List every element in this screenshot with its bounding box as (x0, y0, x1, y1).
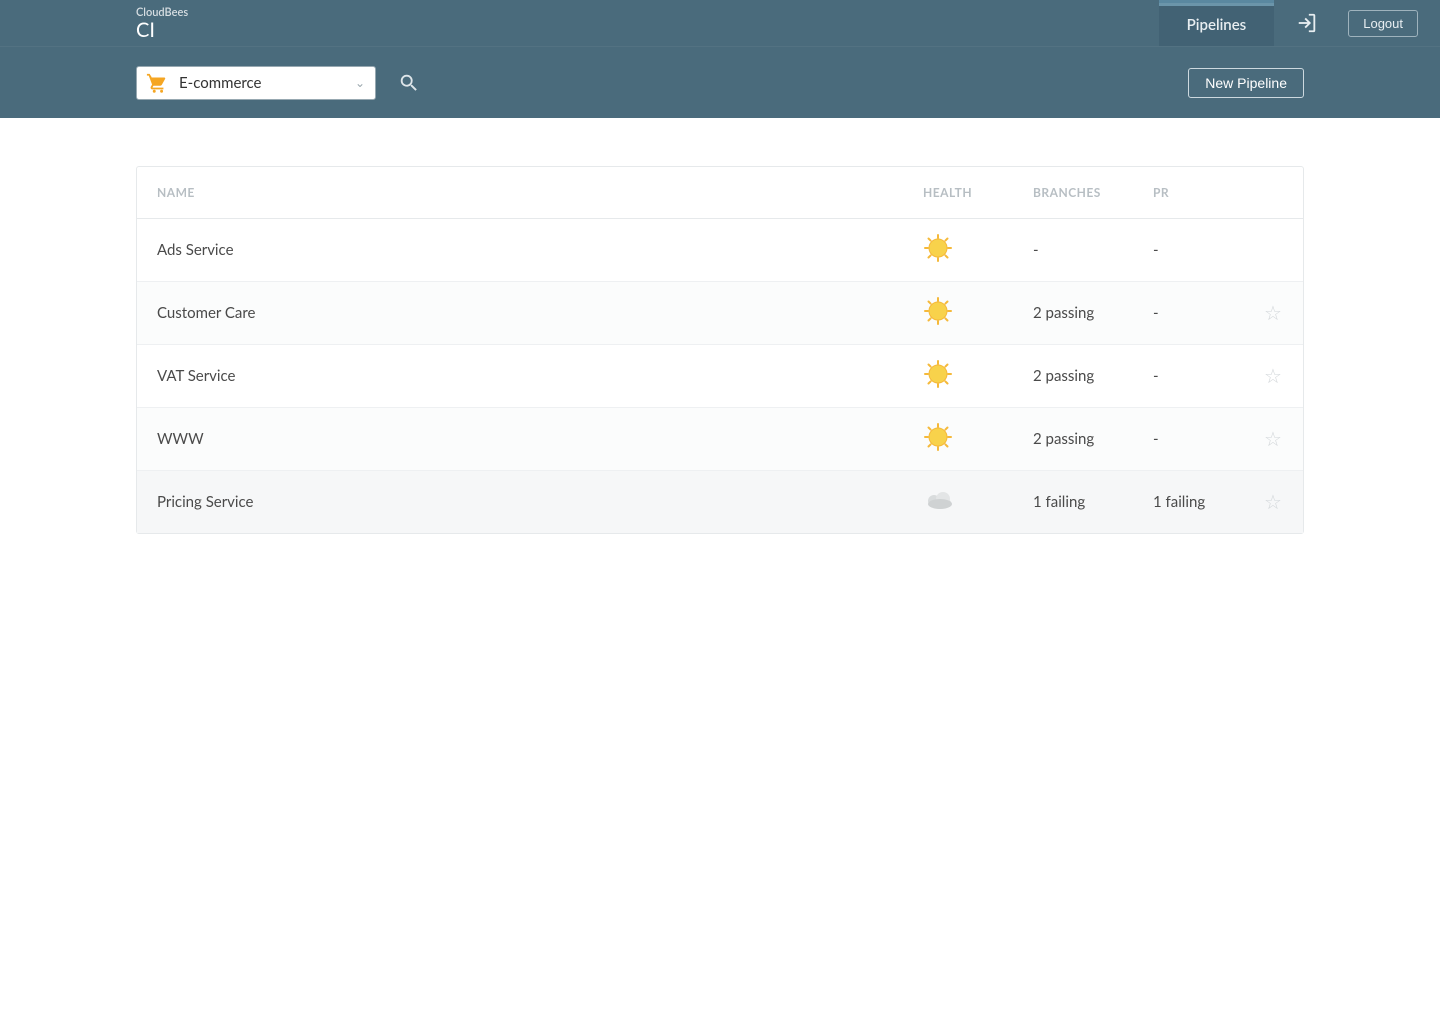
cell-favorite: ☆ (1243, 408, 1303, 471)
top-header: CloudBees CI Pipelines Logout (0, 0, 1440, 46)
cell-pr: - (1133, 282, 1243, 345)
pipelines-table: NAME HEALTH BRANCHES PR Ads Service--Cus… (136, 166, 1304, 534)
logout-label: Logout (1363, 16, 1403, 31)
cell-health (903, 471, 1013, 533)
table-header-row: NAME HEALTH BRANCHES PR (137, 167, 1303, 219)
cell-favorite: ☆ (1243, 471, 1303, 533)
cell-health (903, 408, 1013, 471)
weather-cloud-icon (923, 485, 953, 515)
brand-top: CloudBees (136, 7, 188, 18)
search-icon (398, 72, 420, 94)
table-row[interactable]: WWW 2 passing-☆ (137, 408, 1303, 471)
cell-pr: - (1133, 219, 1243, 282)
content: NAME HEALTH BRANCHES PR Ads Service--Cus… (0, 118, 1440, 582)
col-header-branches[interactable]: BRANCHES (1013, 167, 1133, 219)
weather-sunny-icon (923, 296, 953, 326)
search-button[interactable] (398, 72, 420, 94)
cell-name: WWW (137, 408, 903, 471)
nav-tab-pipelines-label: Pipelines (1187, 16, 1247, 34)
cell-pr: 1 failing (1133, 471, 1243, 533)
weather-sunny-icon (923, 422, 953, 452)
star-icon[interactable]: ☆ (1264, 490, 1282, 514)
cell-health (903, 219, 1013, 282)
cell-branches: - (1013, 219, 1133, 282)
project-selector[interactable]: E-commerce ⌄ (136, 66, 376, 100)
weather-sunny-icon (923, 359, 953, 389)
new-pipeline-label: New Pipeline (1205, 75, 1287, 91)
admin-link[interactable] (1274, 0, 1340, 46)
table-row[interactable]: Customer Care 2 passing-☆ (137, 282, 1303, 345)
cell-branches: 2 passing (1013, 282, 1133, 345)
sub-header: E-commerce ⌄ New Pipeline (0, 46, 1440, 118)
cell-name: Customer Care (137, 282, 903, 345)
col-header-pr[interactable]: PR (1133, 167, 1243, 219)
star-icon[interactable]: ☆ (1264, 364, 1282, 388)
cell-favorite: ☆ (1243, 282, 1303, 345)
project-name: E-commerce (179, 74, 355, 92)
cell-health (903, 345, 1013, 408)
star-icon[interactable]: ☆ (1264, 301, 1282, 325)
cell-branches: 2 passing (1013, 345, 1133, 408)
cell-health (903, 282, 1013, 345)
weather-sunny-icon (923, 233, 953, 263)
chevron-down-icon: ⌄ (355, 75, 365, 90)
brand-bottom: CI (136, 20, 188, 40)
table-row[interactable]: Pricing Service 1 failing1 failing ☆ (137, 471, 1303, 533)
cell-branches: 2 passing (1013, 408, 1133, 471)
new-pipeline-button[interactable]: New Pipeline (1188, 68, 1304, 98)
cell-pr: - (1133, 345, 1243, 408)
cell-name: Ads Service (137, 219, 903, 282)
exit-to-app-icon (1296, 12, 1318, 34)
shopping-cart-icon (143, 71, 171, 95)
cell-pr: - (1133, 408, 1243, 471)
logout-button[interactable]: Logout (1348, 10, 1418, 37)
cell-branches: 1 failing (1013, 471, 1133, 533)
cell-favorite (1243, 219, 1303, 282)
cell-name: Pricing Service (137, 471, 903, 533)
col-header-health[interactable]: HEALTH (903, 167, 1013, 219)
table-row[interactable]: Ads Service -- (137, 219, 1303, 282)
header-right: Pipelines Logout (1159, 0, 1440, 46)
col-header-star (1243, 167, 1303, 219)
cell-name: VAT Service (137, 345, 903, 408)
star-icon[interactable]: ☆ (1264, 427, 1282, 451)
brand: CloudBees CI (136, 7, 188, 40)
cell-favorite: ☆ (1243, 345, 1303, 408)
col-header-name[interactable]: NAME (137, 167, 903, 219)
table-row[interactable]: VAT Service 2 passing-☆ (137, 345, 1303, 408)
nav-tab-pipelines[interactable]: Pipelines (1159, 0, 1275, 46)
